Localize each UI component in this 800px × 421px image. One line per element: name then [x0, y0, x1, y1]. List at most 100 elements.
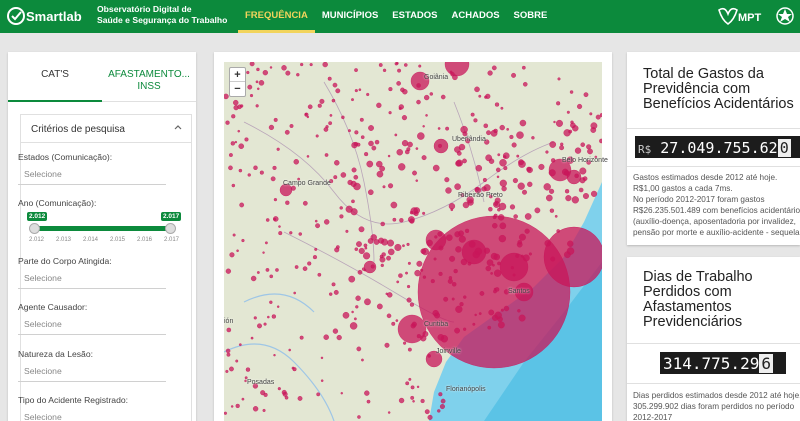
- gastos-card: Total de Gastos da Previdência com Benef…: [627, 52, 800, 245]
- incident-bubble: [262, 251, 265, 254]
- incident-bubble: [252, 406, 259, 412]
- top-navigation-bar: Smartlab Observatório Digital de Saúde e…: [0, 0, 800, 33]
- chevron-up-icon[interactable]: [173, 122, 183, 132]
- incident-bubble: [298, 232, 303, 236]
- incident-bubble: [340, 391, 343, 395]
- tab-cats[interactable]: CAT'S: [8, 52, 102, 102]
- incident-bubble: [256, 271, 260, 274]
- incident-bubble: [518, 160, 526, 168]
- incident-bubble: [334, 160, 340, 166]
- estados-select[interactable]: Selecione: [18, 165, 166, 185]
- smartlab-logo[interactable]: Smartlab: [6, 3, 92, 30]
- incident-bubble: [351, 167, 357, 173]
- nav-achados[interactable]: ACHADOS: [445, 0, 507, 33]
- incident-bubble: [335, 88, 341, 94]
- incident-bubble: [416, 260, 423, 267]
- incident-bubble: [317, 272, 322, 277]
- incident-bubble: [382, 185, 386, 189]
- incident-bubble: [583, 92, 589, 98]
- incident-bubble: [545, 150, 549, 154]
- natureza-lesao-select[interactable]: Selecione: [18, 362, 166, 382]
- incident-bubble: [249, 62, 255, 67]
- incident-bubble: [425, 229, 447, 251]
- tipo-acidente-label: Tipo do Acidente Registrado:: [18, 395, 129, 405]
- incident-bubble: [331, 98, 336, 103]
- map-label-posadas: Posadas: [247, 379, 275, 386]
- mpt-logo[interactable]: MPT: [716, 4, 764, 28]
- bubble-map[interactable]: [224, 62, 602, 421]
- year-tick: 2.012: [29, 237, 45, 243]
- incident-bubble: [387, 239, 394, 247]
- incident-bubble: [398, 273, 403, 278]
- gastos-title: Total de Gastos da Previdência com Benef…: [643, 67, 794, 112]
- gastos-description: Gastos estimados desde 2012 até hoje. R$…: [633, 172, 800, 238]
- nav-municipios[interactable]: MUNICÍPIOS: [315, 0, 385, 33]
- incident-bubble: [522, 189, 527, 195]
- incident-bubble: [482, 177, 487, 183]
- incident-bubble: [445, 126, 450, 131]
- zoom-in-button[interactable]: +: [230, 68, 245, 82]
- incident-bubble: [548, 188, 555, 194]
- incident-bubble: [269, 300, 273, 304]
- incident-bubble: [272, 165, 277, 171]
- filter-tabs: CAT'S AFASTAMENTO... INSS: [8, 52, 196, 102]
- incident-bubble: [491, 65, 497, 71]
- nav-frequencia[interactable]: FREQUÊNCIA: [238, 0, 315, 33]
- incident-bubble: [499, 252, 529, 282]
- incident-bubble: [363, 260, 377, 274]
- incident-bubble: [224, 411, 228, 415]
- incident-bubble: [376, 170, 384, 178]
- incident-bubble: [497, 153, 501, 157]
- incident-bubble: [358, 226, 365, 233]
- incident-bubble: [407, 347, 412, 352]
- criteria-header[interactable]: Critérios de pesquisa: [21, 115, 191, 143]
- incident-bubble: [345, 229, 349, 233]
- incident-bubble: [269, 66, 273, 69]
- incident-bubble: [353, 141, 359, 147]
- incident-bubble: [270, 176, 276, 182]
- incident-bubble: [250, 275, 257, 282]
- incident-bubble: [387, 411, 391, 414]
- incident-bubble: [359, 117, 364, 122]
- incident-bubble: [350, 180, 357, 187]
- year-min-handle[interactable]: [29, 223, 40, 234]
- incident-bubble: [534, 207, 541, 214]
- nav-estados[interactable]: ESTADOS: [385, 0, 444, 33]
- incident-bubble: [396, 280, 400, 284]
- incident-bubble: [356, 346, 362, 352]
- incident-bubble: [288, 348, 292, 352]
- incident-bubble: [329, 114, 333, 117]
- tipo-acidente-select[interactable]: Selecione: [18, 408, 166, 421]
- year-range-slider[interactable]: [30, 226, 174, 231]
- dias-title-line: Previdenciários: [643, 314, 743, 330]
- incident-bubble: [519, 119, 527, 127]
- incident-bubble: [462, 201, 470, 209]
- incident-bubble: [358, 88, 362, 92]
- incident-bubble: [579, 167, 587, 175]
- incident-bubble: [262, 408, 266, 412]
- incident-bubble: [317, 103, 322, 108]
- incident-bubble: [367, 238, 374, 244]
- gastos-counter-last-digit: 0: [777, 139, 791, 157]
- map-canvas[interactable]: [224, 62, 602, 421]
- incident-bubble: [294, 265, 299, 269]
- incident-bubble: [395, 319, 399, 322]
- parte-corpo-select[interactable]: Selecione: [18, 269, 166, 289]
- government-emblem-icon[interactable]: [775, 6, 795, 26]
- incident-bubble: [473, 118, 478, 123]
- incident-bubble: [501, 186, 507, 192]
- incident-bubble: [249, 93, 254, 98]
- tab-afastamentos-inss[interactable]: AFASTAMENTO... INSS: [102, 52, 196, 102]
- incident-bubble: [424, 409, 430, 415]
- incident-bubble: [309, 63, 313, 67]
- zoom-out-button[interactable]: −: [230, 82, 245, 96]
- incident-bubble: [490, 129, 498, 137]
- nav-sobre[interactable]: SOBRE: [507, 0, 555, 33]
- incident-bubble: [564, 189, 570, 194]
- incident-bubble: [384, 342, 390, 348]
- agente-causador-select[interactable]: Selecione: [18, 315, 166, 335]
- year-max-handle[interactable]: [165, 223, 176, 234]
- incident-bubble: [302, 200, 308, 206]
- incident-bubble: [498, 202, 507, 211]
- incident-bubble: [527, 181, 533, 187]
